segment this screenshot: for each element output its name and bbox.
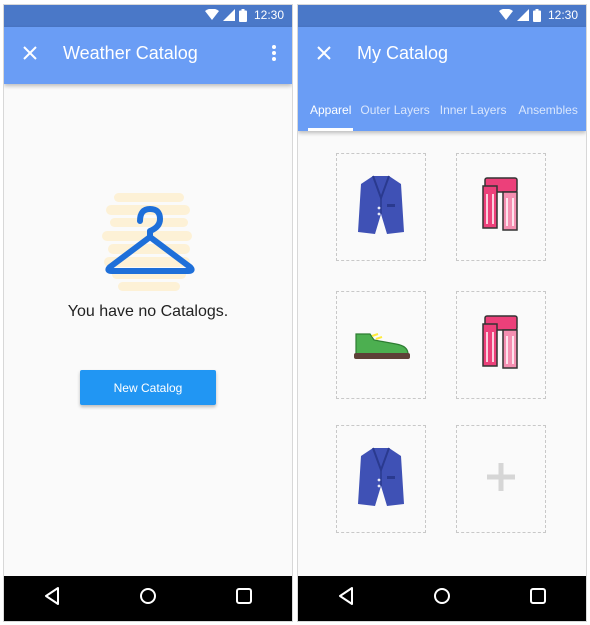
back-button[interactable] — [331, 584, 361, 614]
status-bar: 12:30 — [4, 5, 292, 27]
page-title: My Catalog — [357, 43, 449, 63]
blazer-icon — [357, 174, 405, 241]
phone-weather-catalog: 12:30 Weather Catalog You have no Catalo… — [4, 5, 292, 621]
scarf-icon — [479, 176, 523, 239]
status-time: 12:30 — [547, 8, 578, 22]
home-button[interactable] — [133, 584, 163, 614]
new-catalog-button[interactable]: New Catalog — [80, 370, 216, 405]
back-icon — [44, 587, 60, 610]
blazer-icon — [357, 446, 405, 513]
back-icon — [338, 587, 354, 610]
wifi-icon — [204, 9, 219, 21]
catalog-item-blazer[interactable] — [336, 153, 426, 261]
close-icon — [23, 45, 37, 65]
hanger-icon — [100, 191, 196, 297]
page-title: Weather Catalog — [63, 43, 198, 63]
battery-icon — [238, 8, 247, 22]
add-item-button[interactable] — [456, 425, 546, 533]
close-button[interactable] — [312, 43, 336, 67]
catalog-item-scarf[interactable] — [456, 291, 546, 399]
tab-ansembles[interactable]: Ansembles — [518, 97, 577, 131]
catalog-tabs: Apparel Outer Layers Inner Layers Ansemb… — [298, 97, 586, 131]
scarf-icon — [479, 314, 523, 377]
home-icon — [433, 587, 451, 610]
app-bar: My Catalog Apparel Outer Layers Inner La… — [298, 27, 586, 131]
back-button[interactable] — [37, 584, 67, 614]
home-icon — [139, 587, 157, 610]
catalog-item-shoe[interactable] — [336, 291, 426, 399]
catalog-item-blazer[interactable] — [336, 425, 426, 533]
status-bar: 12:30 — [298, 5, 586, 27]
wifi-icon — [498, 9, 513, 21]
tab-outer-layers[interactable]: Outer Layers — [360, 97, 429, 131]
navigation-bar — [4, 576, 292, 621]
recents-icon — [236, 588, 252, 609]
tab-apparel[interactable]: Apparel — [308, 97, 354, 131]
more-options-button[interactable] — [266, 43, 282, 67]
signal-icon — [516, 9, 529, 21]
close-icon — [317, 45, 331, 65]
catalog-item-scarf[interactable] — [456, 153, 546, 261]
navigation-bar — [298, 576, 586, 621]
recents-button[interactable] — [229, 584, 259, 614]
signal-icon — [222, 9, 235, 21]
recents-button[interactable] — [523, 584, 553, 614]
close-button[interactable] — [18, 43, 42, 67]
battery-icon — [532, 8, 541, 22]
app-bar: Weather Catalog — [4, 27, 292, 84]
home-button[interactable] — [427, 584, 457, 614]
more-vert-icon — [272, 44, 276, 66]
status-time: 12:30 — [253, 8, 284, 22]
phone-my-catalog: 12:30 My Catalog Apparel Outer Layers In… — [298, 5, 586, 621]
shoe-icon — [352, 326, 410, 365]
recents-icon — [530, 588, 546, 609]
tab-inner-layers[interactable]: Inner Layers — [440, 97, 507, 131]
add-icon — [485, 461, 517, 498]
empty-state-message: You have no Catalogs. — [67, 303, 229, 320]
